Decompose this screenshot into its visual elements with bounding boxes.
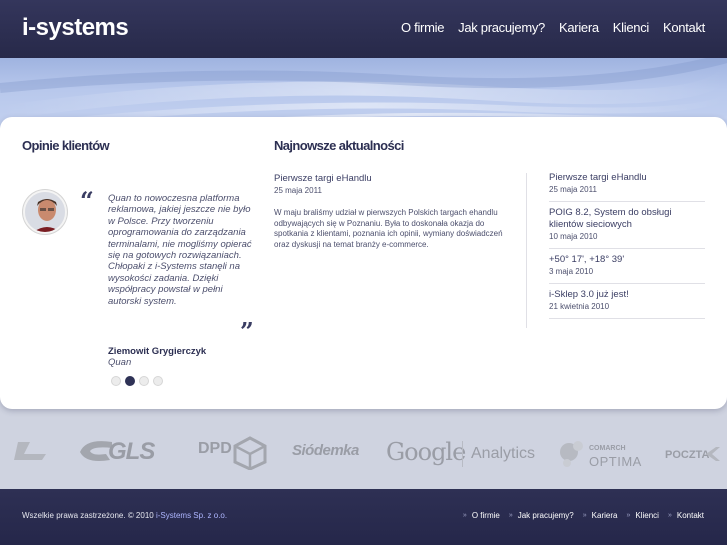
partial-logo-left-icon	[14, 442, 46, 460]
optima-logo: OPTIMA	[589, 454, 642, 469]
copyright-text: Wszelkie prawa zastrzeżone. © 2010 i-Sys…	[22, 511, 227, 520]
news-item-title[interactable]: Pierwsze targi eHandlu	[549, 172, 705, 184]
news-list-item[interactable]: i-Sklep 3.0 już jest! 21 kwietnia 2010	[549, 289, 705, 319]
nav-item-jak-pracujemy[interactable]: Jak pracujemy?	[458, 20, 545, 35]
google-logo: Google	[386, 438, 466, 466]
gls-logo: GLS	[108, 438, 155, 465]
footer-nav-label: Klienci	[635, 511, 659, 520]
footer-nav-o-firmie[interactable]: » O firmie	[463, 511, 500, 520]
testimonial-company: Quan	[108, 357, 132, 368]
news-list-item[interactable]: Pierwsze targi eHandlu 25 maja 2011	[549, 172, 705, 202]
news-item-title[interactable]: POIG 8.2, System do obsługi klientów sie…	[549, 207, 705, 231]
footer-nav-label: Kariera	[591, 511, 618, 520]
logo-separator	[462, 441, 463, 467]
news-list: Pierwsze targi eHandlu 25 maja 2011 POIG…	[549, 172, 705, 324]
poczta-horn-icon	[706, 447, 720, 461]
news-list-item[interactable]: +50° 17', +18° 39' 3 maja 2010	[549, 254, 705, 284]
testimonial-quote: Quan to nowoczesna platforma reklamowa, …	[108, 193, 252, 307]
footer-nav-label: Jak pracujemy?	[517, 511, 574, 520]
arrow-icon: »	[462, 512, 467, 519]
featured-article-body: W maju braliśmy udział w pierwszych Pols…	[274, 208, 503, 249]
footer-nav-kariera[interactable]: » Kariera	[583, 511, 618, 520]
copyright-company-link[interactable]: i-Systems Sp. z o.o.	[156, 511, 227, 520]
news-item-date: 3 maja 2010	[549, 267, 594, 276]
quote-open-icon: “	[80, 186, 94, 215]
site-logo[interactable]: i-systems	[22, 14, 129, 42]
testimonial-author: Ziemowit Grygierczyk	[108, 346, 207, 357]
column-divider	[526, 173, 527, 328]
analytics-logo: Analytics	[471, 445, 536, 462]
comarch-logo: COMARCH	[589, 445, 626, 452]
content-panel: Opinie klientów “ Quan to nowoczesna pla…	[0, 117, 727, 409]
nav-item-o-firmie[interactable]: O firmie	[401, 20, 444, 35]
pagination-dot-3[interactable]	[139, 376, 149, 386]
news-item-date: 25 maja 2011	[549, 185, 597, 194]
testimonials-heading: Opinie klientów	[22, 138, 110, 153]
arrow-icon: »	[667, 512, 672, 519]
site-footer: Wszelkie prawa zastrzeżone. © 2010 i-Sys…	[0, 489, 727, 545]
featured-article-title[interactable]: Pierwsze targi eHandlu	[274, 173, 372, 184]
pagination-dot-1[interactable]	[111, 376, 121, 386]
nav-item-klienci[interactable]: Klienci	[613, 20, 650, 35]
footer-nav-jak-pracujemy[interactable]: » Jak pracujemy?	[509, 511, 574, 520]
dpd-cube-icon	[233, 436, 267, 470]
news-heading: Najnowsze aktualności	[274, 138, 404, 153]
client-logos-strip: GLS DPD Siódemka Google Analytics COMARC…	[0, 412, 727, 492]
footer-nav-klienci[interactable]: » Klienci	[626, 511, 658, 520]
featured-article-date: 25 maja 2011	[274, 186, 322, 195]
footer-nav-label: Kontakt	[676, 511, 704, 520]
site-header: i-systems O firmie Jak pracujemy? Karier…	[0, 0, 727, 58]
arrow-icon: »	[582, 512, 587, 519]
nav-item-kontakt[interactable]: Kontakt	[663, 20, 705, 35]
nav-item-kariera[interactable]: Kariera	[559, 20, 599, 35]
footer-nav: » O firmie » Jak pracujemy? » Kariera » Klie…	[463, 511, 704, 520]
main-nav: O firmie Jak pracujemy? Kariera Klienci …	[401, 20, 705, 35]
dpd-logo: DPD	[198, 440, 232, 457]
news-item-title[interactable]: i-Sklep 3.0 już jest!	[549, 289, 705, 301]
testimonial-pagination	[111, 376, 163, 386]
siodemka-logo: Siódemka	[292, 442, 359, 459]
copyright-prefix: Wszelkie prawa zastrzeżone. © 2010	[22, 511, 156, 520]
comarch-circles-icon	[560, 441, 583, 467]
news-item-date: 21 kwietnia 2010	[549, 302, 610, 311]
arrow-icon: »	[626, 512, 631, 519]
poczta-logo: POCZTA	[665, 449, 710, 461]
news-item-date: 10 maja 2010	[549, 232, 598, 241]
news-item-title[interactable]: +50° 17', +18° 39'	[549, 254, 705, 266]
arrow-icon: »	[508, 512, 513, 519]
news-list-item[interactable]: POIG 8.2, System do obsługi klientów sie…	[549, 207, 705, 249]
footer-nav-label: O firmie	[471, 511, 500, 520]
footer-nav-kontakt[interactable]: » Kontakt	[668, 511, 704, 520]
avatar	[23, 190, 67, 234]
pagination-dot-2[interactable]	[125, 376, 135, 386]
quote-close-icon: ”	[240, 317, 254, 346]
pagination-dot-4[interactable]	[153, 376, 163, 386]
